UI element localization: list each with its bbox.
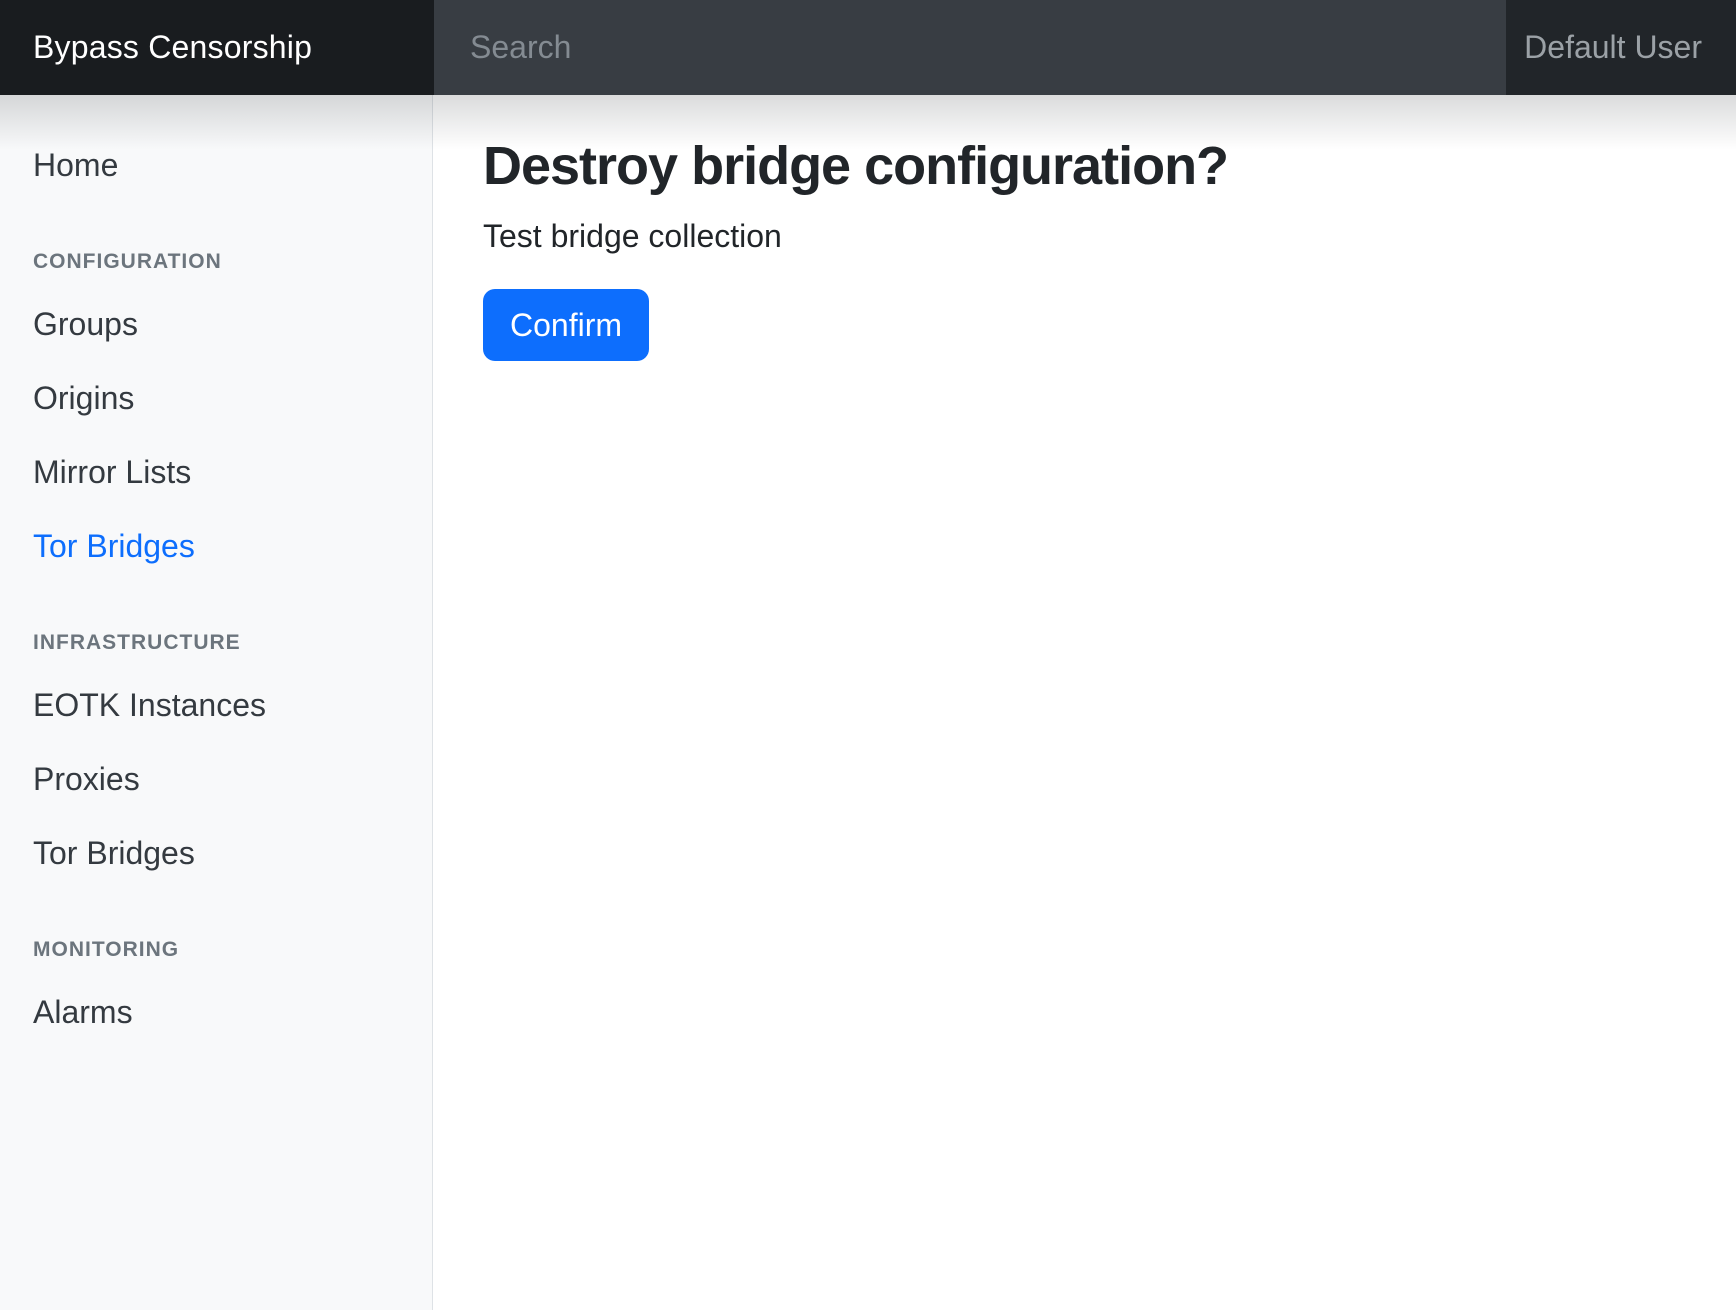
- app-window: Bypass Censorship Default User Home CONF…: [0, 0, 1736, 1310]
- sidebar-item-proxies[interactable]: Proxies: [0, 742, 432, 816]
- sidebar-heading-infrastructure: INFRASTRUCTURE: [33, 631, 241, 654]
- sidebar-item-alarms[interactable]: Alarms: [0, 975, 432, 1049]
- page-subtitle: Test bridge collection: [483, 217, 782, 254]
- sidebar-item-origins[interactable]: Origins: [0, 361, 432, 435]
- brand-link[interactable]: Bypass Censorship: [33, 29, 312, 66]
- brand-block: Bypass Censorship: [0, 0, 434, 95]
- sidebar-item-tor-bridges-infrastructure[interactable]: Tor Bridges: [0, 816, 432, 890]
- sidebar-item-mirror-lists[interactable]: Mirror Lists: [0, 435, 432, 509]
- page-title: Destroy bridge configuration?: [483, 136, 1229, 196]
- sidebar-item-groups[interactable]: Groups: [0, 287, 432, 361]
- sidebar-heading-monitoring: MONITORING: [33, 938, 180, 961]
- user-block: Default User: [1506, 0, 1736, 95]
- search-input[interactable]: [468, 28, 1486, 67]
- search-block: [434, 0, 1506, 95]
- sidebar-item-tor-bridges-configuration[interactable]: Tor Bridges: [0, 509, 432, 583]
- sidebar-item-eotk-instances[interactable]: EOTK Instances: [0, 668, 432, 742]
- sidebar-nav: Home CONFIGURATION Groups Origins Mirror…: [0, 95, 433, 1310]
- sidebar-heading-configuration: CONFIGURATION: [33, 250, 222, 273]
- top-navbar: Bypass Censorship Default User: [0, 0, 1736, 95]
- main-content: Destroy bridge configuration? Test bridg…: [434, 95, 1736, 1310]
- sidebar-item-home[interactable]: Home: [0, 128, 432, 202]
- user-menu[interactable]: Default User: [1524, 29, 1702, 66]
- confirm-button[interactable]: Confirm: [483, 288, 650, 361]
